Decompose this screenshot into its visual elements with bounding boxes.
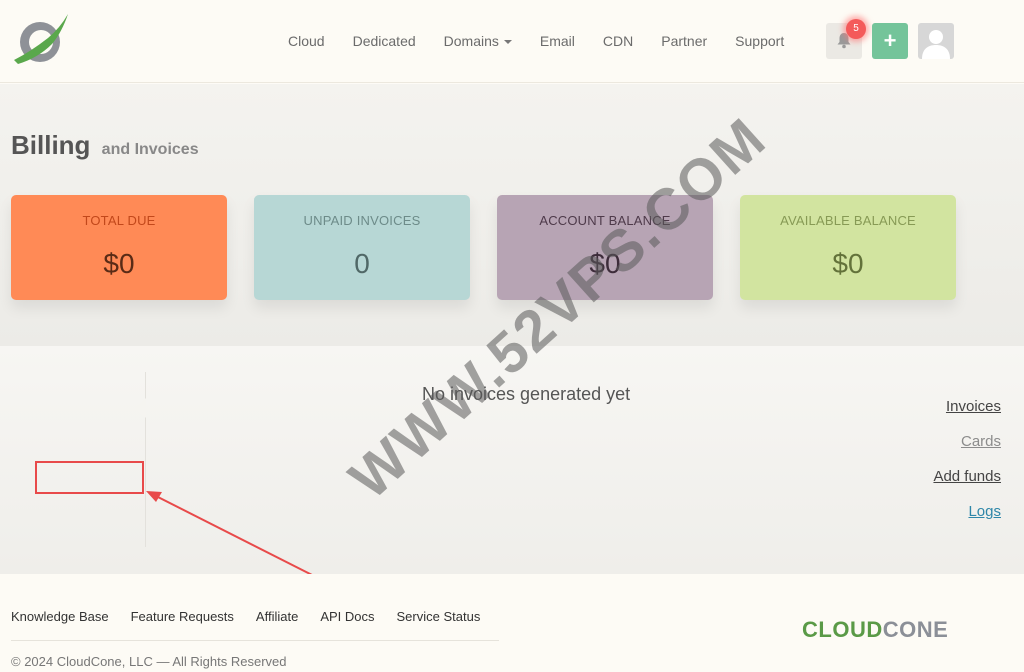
card-caption: AVAILABLE BALANCE bbox=[780, 213, 916, 228]
sidebar-item-invoices[interactable]: Invoices bbox=[946, 398, 1001, 415]
footer-link-api-docs[interactable]: API Docs bbox=[320, 609, 374, 624]
available-balance-card: AVAILABLE BALANCE $0 bbox=[740, 195, 956, 300]
user-silhouette-icon bbox=[922, 30, 950, 59]
top-navbar: Cloud Dedicated Domains Email CDN Partne… bbox=[0, 0, 1024, 83]
card-value: $0 bbox=[832, 248, 864, 279]
cloudcone-logo-icon[interactable] bbox=[10, 8, 70, 68]
sidebar-item-add-funds[interactable]: Add funds bbox=[933, 468, 1001, 485]
brand-part-cloud: CLOUD bbox=[802, 617, 883, 642]
card-caption: ACCOUNT BALANCE bbox=[539, 213, 671, 228]
add-service-button[interactable]: + bbox=[872, 23, 908, 59]
brand-part-cone: CONE bbox=[882, 617, 949, 642]
copyright-text: © 2024 CloudCone, LLC — All Rights Reser… bbox=[11, 654, 287, 669]
caret-down-icon bbox=[503, 40, 512, 45]
nav-cdn[interactable]: CDN bbox=[603, 33, 633, 49]
billing-content-area bbox=[0, 346, 1024, 574]
page-title-main: Billing bbox=[11, 130, 91, 160]
footer-brand-logo[interactable]: CLOUDCONE bbox=[802, 617, 948, 643]
sidebar-item-logs[interactable]: Logs bbox=[968, 503, 1001, 520]
nav-dedicated[interactable]: Dedicated bbox=[353, 33, 416, 49]
billing-side-menu bbox=[0, 372, 146, 547]
page-title: Billing and Invoices bbox=[11, 130, 199, 161]
card-caption: TOTAL DUE bbox=[82, 213, 156, 228]
nav-domains-label: Domains bbox=[443, 33, 499, 49]
footer-divider bbox=[11, 640, 499, 641]
nav-domains[interactable]: Domains bbox=[444, 33, 512, 49]
card-value: $0 bbox=[589, 248, 621, 279]
card-value: $0 bbox=[103, 248, 135, 279]
footer-link-knowledge-base[interactable]: Knowledge Base bbox=[11, 609, 109, 624]
card-caption: UNPAID INVOICES bbox=[303, 213, 421, 228]
footer-link-affiliate[interactable]: Affiliate bbox=[256, 609, 298, 624]
nav-cloud[interactable]: Cloud bbox=[288, 33, 325, 49]
active-indicator bbox=[136, 398, 146, 418]
page-subtitle: and Invoices bbox=[101, 141, 199, 158]
main-nav: Cloud Dedicated Domains Email CDN Partne… bbox=[274, 0, 798, 82]
unpaid-invoices-card: UNPAID INVOICES 0 bbox=[254, 195, 470, 300]
nav-support[interactable]: Support bbox=[735, 33, 784, 49]
footer-link-service-status[interactable]: Service Status bbox=[397, 609, 481, 624]
card-value: 0 bbox=[354, 248, 370, 279]
empty-invoices-message: No invoices generated yet bbox=[422, 384, 631, 404]
nav-email[interactable]: Email bbox=[540, 33, 575, 49]
add-funds-highlight-box bbox=[35, 461, 144, 494]
account-balance-card: ACCOUNT BALANCE $0 bbox=[497, 195, 713, 300]
user-avatar[interactable] bbox=[918, 23, 954, 59]
nav-partner[interactable]: Partner bbox=[661, 33, 707, 49]
sidebar-item-cards[interactable]: Cards bbox=[961, 433, 1001, 450]
total-due-card: TOTAL DUE $0 bbox=[11, 195, 227, 300]
footer-link-feature-requests[interactable]: Feature Requests bbox=[131, 609, 234, 624]
notification-count-badge: 5 bbox=[846, 19, 866, 39]
footer-links: Knowledge Base Feature Requests Affiliat… bbox=[11, 609, 502, 624]
